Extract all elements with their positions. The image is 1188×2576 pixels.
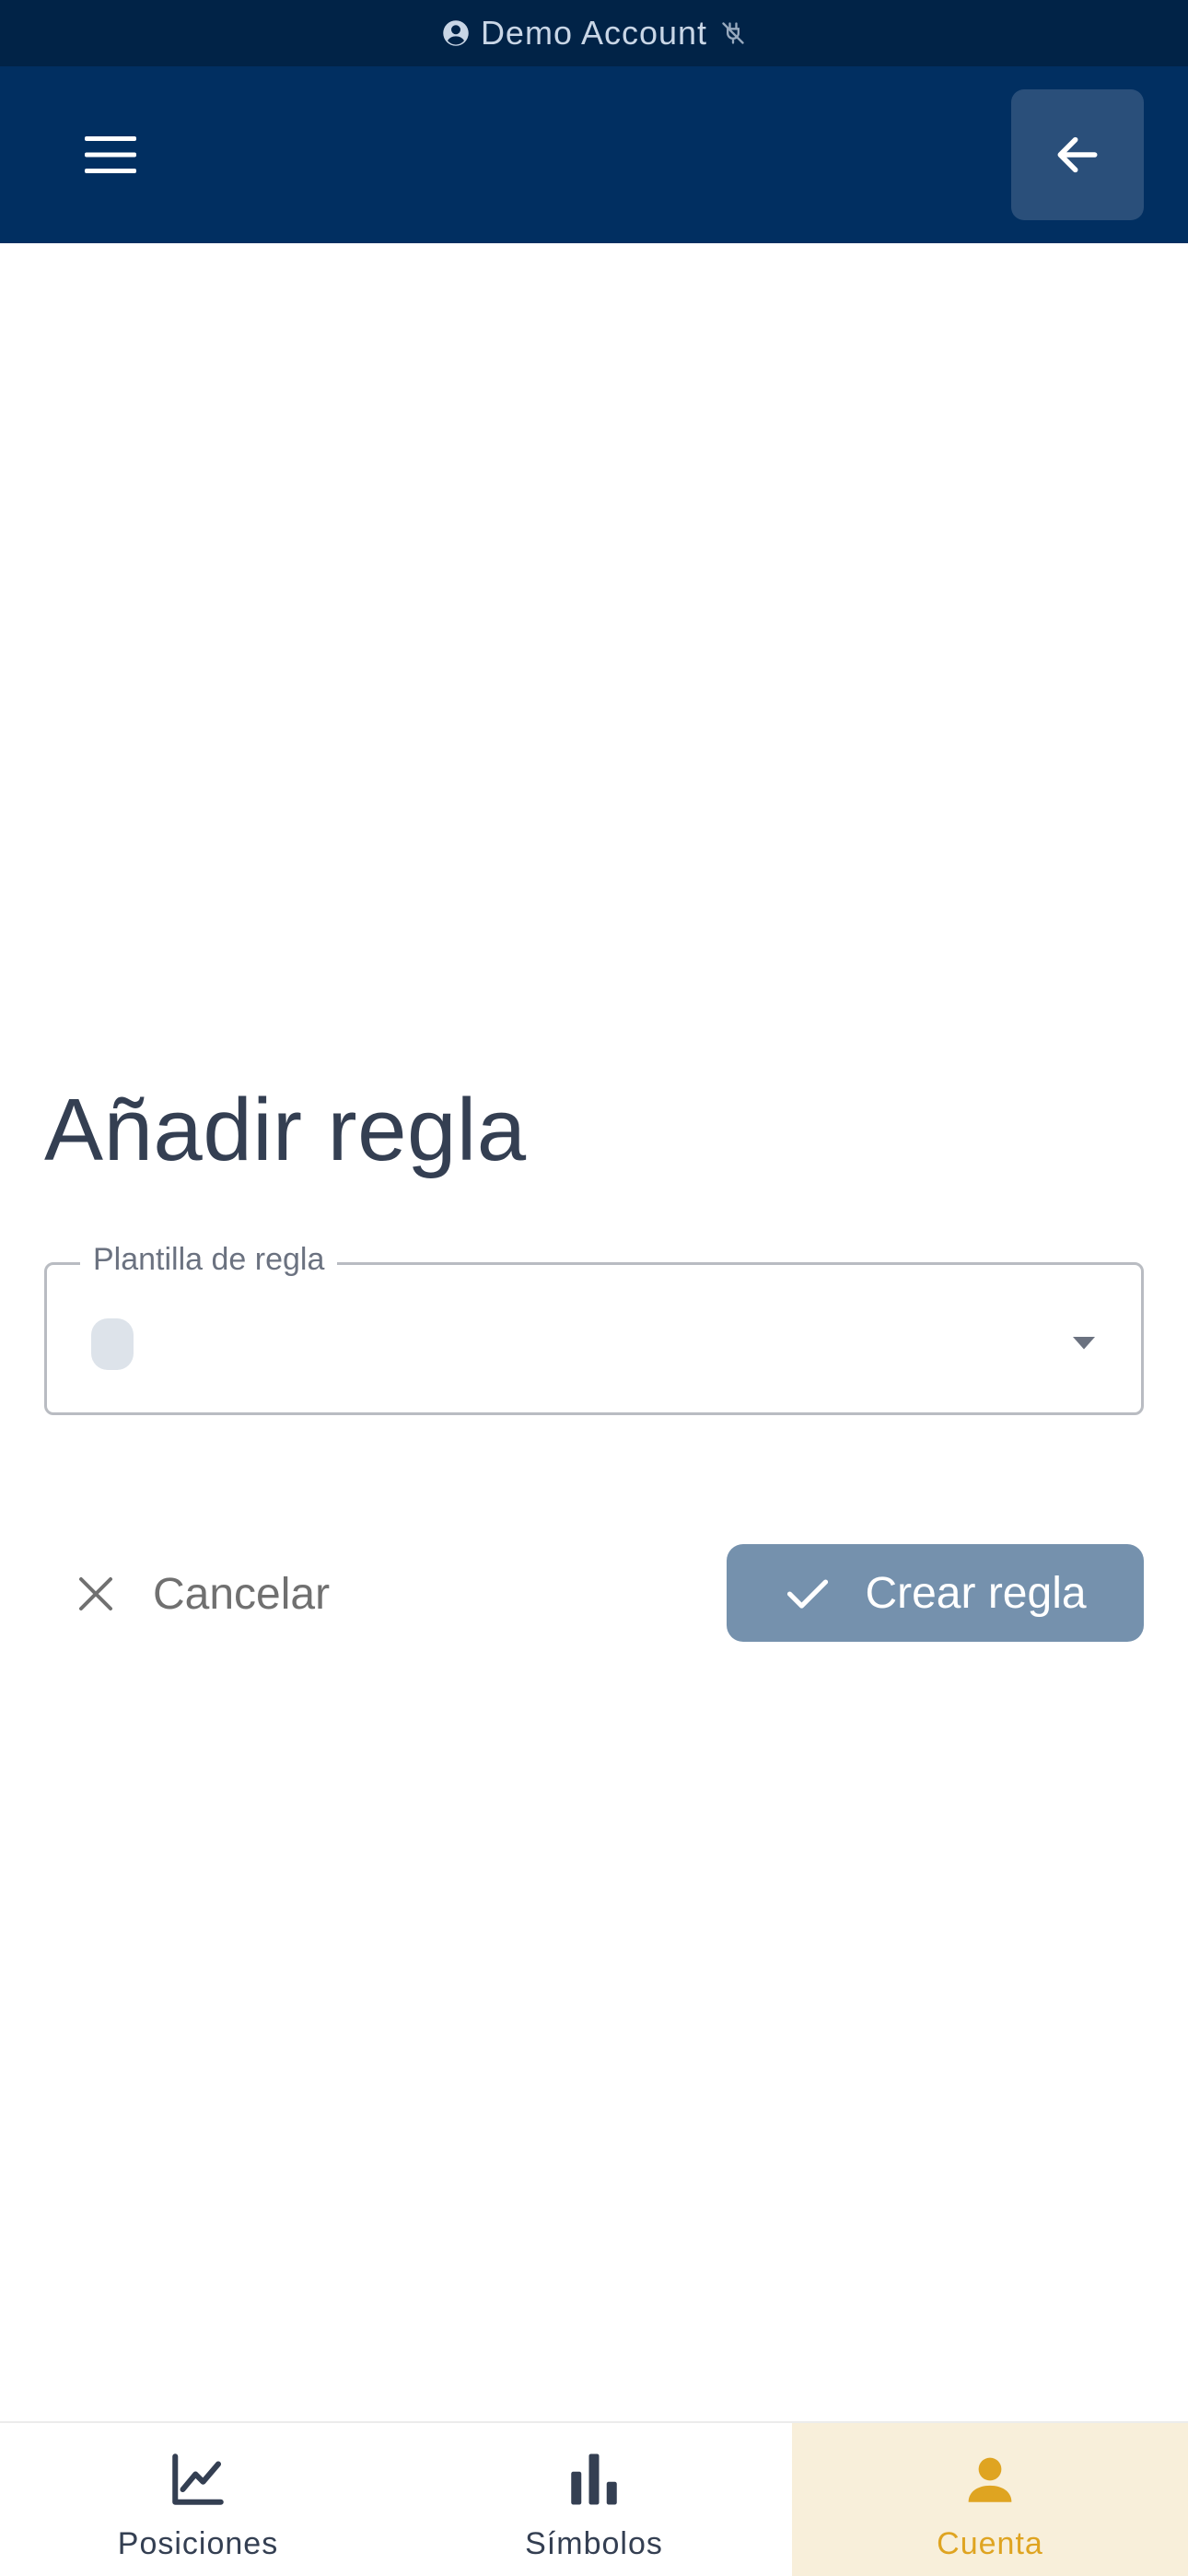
nav-item-cuenta[interactable]: Cuenta [792,2423,1188,2576]
rule-template-value [91,1318,134,1370]
person-icon [968,2457,1012,2502]
app-bar [0,66,1188,243]
create-rule-label: Crear regla [865,1568,1087,1618]
dropdown-caret-icon [1073,1337,1095,1350]
bottom-nav: Posiciones Símbolos Cuenta [0,2421,1188,2576]
bar-chart-icon [571,2453,617,2505]
disconnected-icon [722,22,744,44]
nav-label-posiciones: Posiciones [117,2526,279,2561]
nav-label-cuenta: Cuenta [937,2526,1043,2561]
rule-template-label: Plantilla de regla [80,1242,338,1278]
nav-item-posiciones[interactable]: Posiciones [0,2423,396,2576]
rule-template-select[interactable]: Plantilla de regla [44,1242,1144,1415]
line-chart-icon [172,2453,224,2505]
arrow-left-icon [1057,136,1098,173]
demo-account-label: Demo Account [480,14,708,52]
nav-item-simbolos[interactable]: Símbolos [396,2423,792,2576]
cancel-button[interactable]: Cancelar [74,1544,405,1644]
account-circle-icon [443,20,469,46]
screen: Demo Account Añadir regla Plantilla de r… [0,0,1188,2576]
close-icon [79,1577,112,1610]
create-rule-button[interactable]: Crear regla [727,1544,1144,1642]
demo-account-bar: Demo Account [0,0,1188,66]
back-button[interactable] [1011,89,1144,220]
page-title: Añadir regla [44,1081,527,1179]
check-icon [787,1579,829,1609]
cancel-label: Cancelar [153,1569,331,1619]
nav-label-simbolos: Símbolos [525,2526,663,2561]
menu-button[interactable] [66,118,155,192]
hamburger-menu-icon [85,136,136,173]
